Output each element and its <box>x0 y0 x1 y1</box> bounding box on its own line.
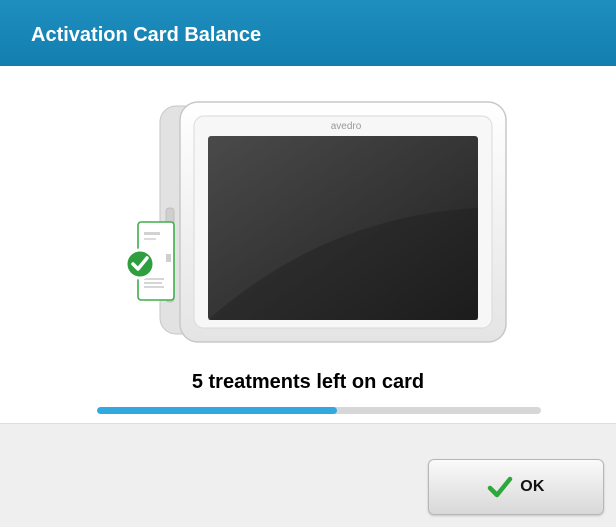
check-circle-icon <box>124 248 156 280</box>
activation-card-balance-dialog: Activation Card Balance avedro 5 treatme… <box>0 0 616 527</box>
dialog-title: Activation Card Balance <box>31 24 262 46</box>
ok-button-label: OK <box>520 478 545 495</box>
treatments-progress-fill <box>97 407 337 414</box>
treatments-progress-bar <box>97 407 541 414</box>
ok-button[interactable]: OK <box>428 459 604 515</box>
device-brand-label: avedro <box>331 121 362 132</box>
dialog-titlebar: Activation Card Balance <box>0 0 616 66</box>
device-illustration: avedro <box>124 101 507 343</box>
treatments-remaining-text: 5 treatments left on card <box>191 371 425 393</box>
checkmark-icon <box>487 476 513 498</box>
